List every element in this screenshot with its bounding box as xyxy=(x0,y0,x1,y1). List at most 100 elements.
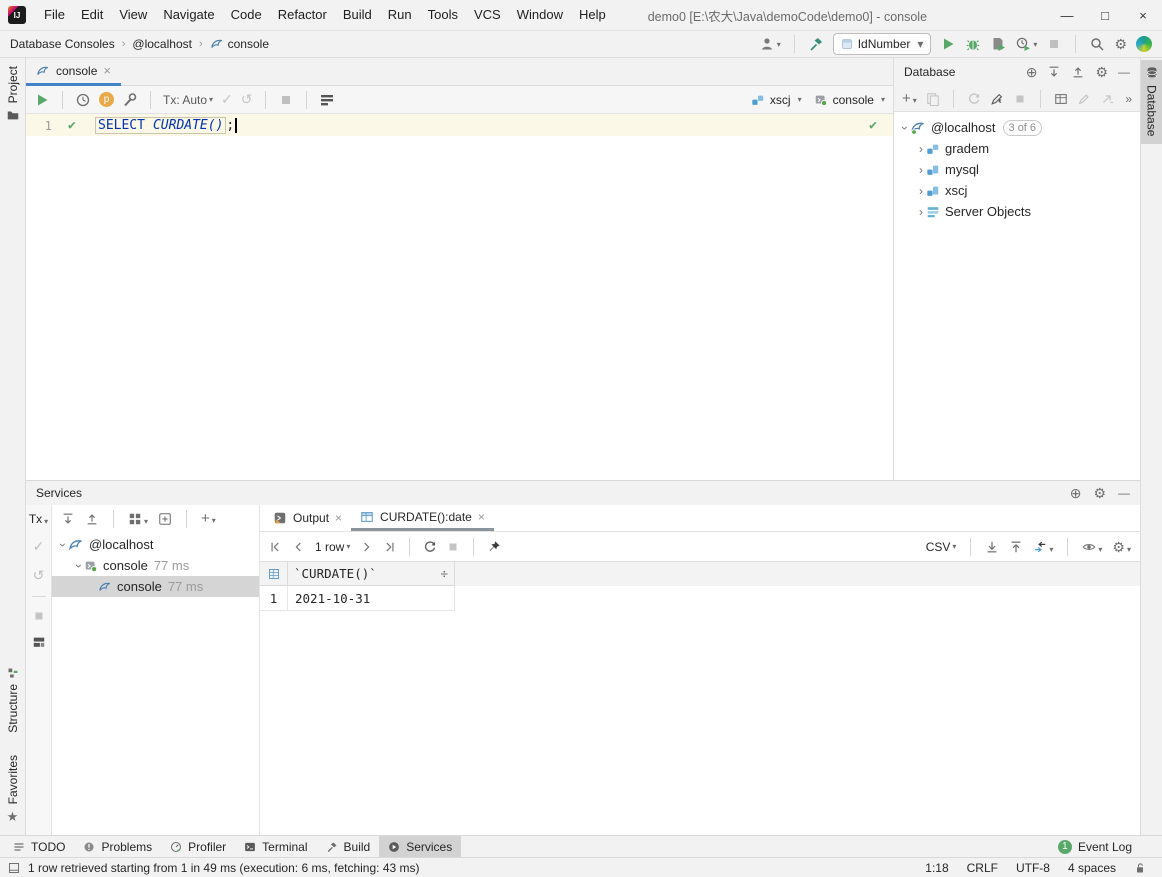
first-page-icon[interactable] xyxy=(269,540,283,554)
parameters-icon[interactable]: p xyxy=(99,92,114,107)
close-button[interactable]: × xyxy=(1124,0,1162,30)
unlock-icon[interactable] xyxy=(1134,862,1146,874)
add-datasource-button[interactable]: + ▾ xyxy=(902,91,917,106)
menu-vcs[interactable]: VCS xyxy=(466,0,509,30)
collapse-all-icon[interactable] xyxy=(1071,65,1085,79)
service-row-console-session[interactable]: › console 77 ms xyxy=(52,555,259,576)
schema-select[interactable]: xscj ▾ xyxy=(751,93,802,107)
tree-row-localhost[interactable]: › @localhost 3 of 6 xyxy=(894,117,1140,138)
tab-output[interactable]: Output × xyxy=(264,505,351,531)
tx-mode-select[interactable]: Tx: Auto ▾ xyxy=(163,93,213,107)
menu-run[interactable]: Run xyxy=(380,0,420,30)
profiler-button[interactable]: ▾ xyxy=(1015,36,1037,52)
debug-button[interactable] xyxy=(965,36,981,52)
chevron-collapsed-icon[interactable]: › xyxy=(916,142,926,156)
service-row-localhost[interactable]: › @localhost xyxy=(52,534,259,555)
grid-corner-cell[interactable] xyxy=(260,562,288,586)
column-header-curdate[interactable]: `CURDATE()` ÷ xyxy=(288,562,455,586)
chevron-expanded-icon[interactable]: › xyxy=(72,561,86,571)
run-button[interactable] xyxy=(940,36,956,52)
next-page-icon[interactable] xyxy=(359,540,373,554)
execute-button[interactable] xyxy=(34,92,50,108)
database-tool-button[interactable]: Database xyxy=(1140,60,1162,145)
problems-tool-button[interactable]: Problems xyxy=(74,836,161,857)
layout-icon[interactable] xyxy=(32,635,46,649)
build-tool-button[interactable]: Build xyxy=(317,836,380,857)
export-format-select[interactable]: CSV ▾ xyxy=(926,540,957,554)
sort-icon[interactable]: ÷ xyxy=(440,566,448,581)
more-actions-icon[interactable]: » xyxy=(1125,92,1132,106)
tx-toggle[interactable]: Tx ▾ xyxy=(29,512,48,526)
expand-all-icon[interactable] xyxy=(1047,65,1061,79)
hide-panel-icon[interactable]: — xyxy=(1118,65,1130,79)
row-number-cell[interactable]: 1 xyxy=(260,586,288,611)
collapse-all-icon[interactable] xyxy=(85,512,99,526)
event-log-button[interactable]: 1 Event Log xyxy=(1057,839,1158,854)
menu-help[interactable]: Help xyxy=(571,0,614,30)
sql-editor[interactable]: 1 ✔ SELECT CURDATE(); ✔ xyxy=(26,114,893,480)
tree-row-server-objects[interactable]: › Server Objects xyxy=(894,201,1140,222)
locate-icon[interactable]: ⊕ xyxy=(1026,65,1038,79)
chevron-collapsed-icon[interactable]: › xyxy=(916,163,926,177)
chevron-collapsed-icon[interactable]: › xyxy=(916,184,926,198)
grid-settings-button[interactable]: ⚙ ▾ xyxy=(1112,540,1131,554)
locate-icon[interactable]: ⊕ xyxy=(1070,486,1082,500)
tree-row-gradem[interactable]: › gradem xyxy=(894,138,1140,159)
settings-gear-icon[interactable]: ⚙ xyxy=(1093,486,1106,500)
tree-row-xscj[interactable]: › xscj xyxy=(894,180,1140,201)
session-select[interactable]: console ▾ xyxy=(814,93,885,107)
export-data-icon[interactable] xyxy=(985,540,999,554)
chevron-collapsed-icon[interactable]: › xyxy=(916,205,926,219)
expand-all-icon[interactable] xyxy=(61,512,75,526)
menu-navigate[interactable]: Navigate xyxy=(155,0,222,30)
close-tab-icon[interactable]: × xyxy=(335,511,342,525)
compare-button[interactable]: ▾ xyxy=(1033,540,1053,554)
view-options-icon[interactable] xyxy=(158,512,172,526)
search-everywhere-icon[interactable] xyxy=(1089,36,1105,52)
reload-page-icon[interactable] xyxy=(423,540,437,554)
user-account-button[interactable]: ▾ xyxy=(759,36,781,52)
run-with-coverage-button[interactable] xyxy=(990,36,1006,52)
close-tab-icon[interactable]: × xyxy=(103,63,111,78)
tab-curdate-result[interactable]: CURDATE():date × xyxy=(351,505,494,531)
previous-page-icon[interactable] xyxy=(292,540,306,554)
settings-gear-icon[interactable]: ⚙ xyxy=(1114,37,1127,51)
settings-gear-icon[interactable]: ⚙ xyxy=(1095,65,1108,79)
menu-refactor[interactable]: Refactor xyxy=(270,0,335,30)
structure-tool-button[interactable]: Structure xyxy=(6,667,20,733)
value-cell[interactable]: 2021-10-31 xyxy=(288,586,455,611)
file-encoding[interactable]: UTF-8 xyxy=(1016,861,1050,875)
run-configuration-select[interactable]: IdNumber ▾ xyxy=(832,33,932,55)
profiler-tool-button[interactable]: Profiler xyxy=(161,836,235,857)
close-tab-icon[interactable]: × xyxy=(478,510,485,524)
plugin-logo-icon[interactable] xyxy=(1136,36,1152,52)
menu-build[interactable]: Build xyxy=(335,0,380,30)
caret-position[interactable]: 1:18 xyxy=(925,861,948,875)
tool-window-switcher-icon[interactable] xyxy=(8,862,20,874)
menu-edit[interactable]: Edit xyxy=(73,0,111,30)
group-by-button[interactable]: ▾ xyxy=(128,512,148,526)
chevron-expanded-icon[interactable]: › xyxy=(56,540,70,550)
breadcrumb-database-consoles[interactable]: Database Consoles xyxy=(10,37,115,51)
minimize-button[interactable]: — xyxy=(1048,0,1086,30)
breadcrumb-console[interactable]: console xyxy=(228,37,269,51)
breadcrumb-localhost[interactable]: @localhost xyxy=(132,37,192,51)
in-editor-results-icon[interactable] xyxy=(319,92,335,108)
indent-setting[interactable]: 4 spaces xyxy=(1068,861,1116,875)
tree-row-mysql[interactable]: › mysql xyxy=(894,159,1140,180)
view-button[interactable]: ▾ xyxy=(1082,540,1102,554)
menu-window[interactable]: Window xyxy=(509,0,571,30)
menu-view[interactable]: View xyxy=(111,0,155,30)
pin-tab-icon[interactable] xyxy=(487,540,501,554)
import-data-icon[interactable] xyxy=(1009,540,1023,554)
editor-tab-console[interactable]: console × xyxy=(26,58,121,86)
menu-code[interactable]: Code xyxy=(223,0,270,30)
favorites-tool-button[interactable]: Favorites ★ xyxy=(6,755,20,825)
add-service-button[interactable]: + ▾ xyxy=(201,511,216,526)
menu-file[interactable]: File xyxy=(36,0,73,30)
project-tool-button[interactable]: Project xyxy=(6,66,20,122)
maximize-button[interactable]: □ xyxy=(1086,0,1124,30)
services-tool-button[interactable]: Services xyxy=(379,836,462,857)
build-hammer-icon[interactable] xyxy=(808,36,824,52)
line-separator[interactable]: CRLF xyxy=(967,861,998,875)
